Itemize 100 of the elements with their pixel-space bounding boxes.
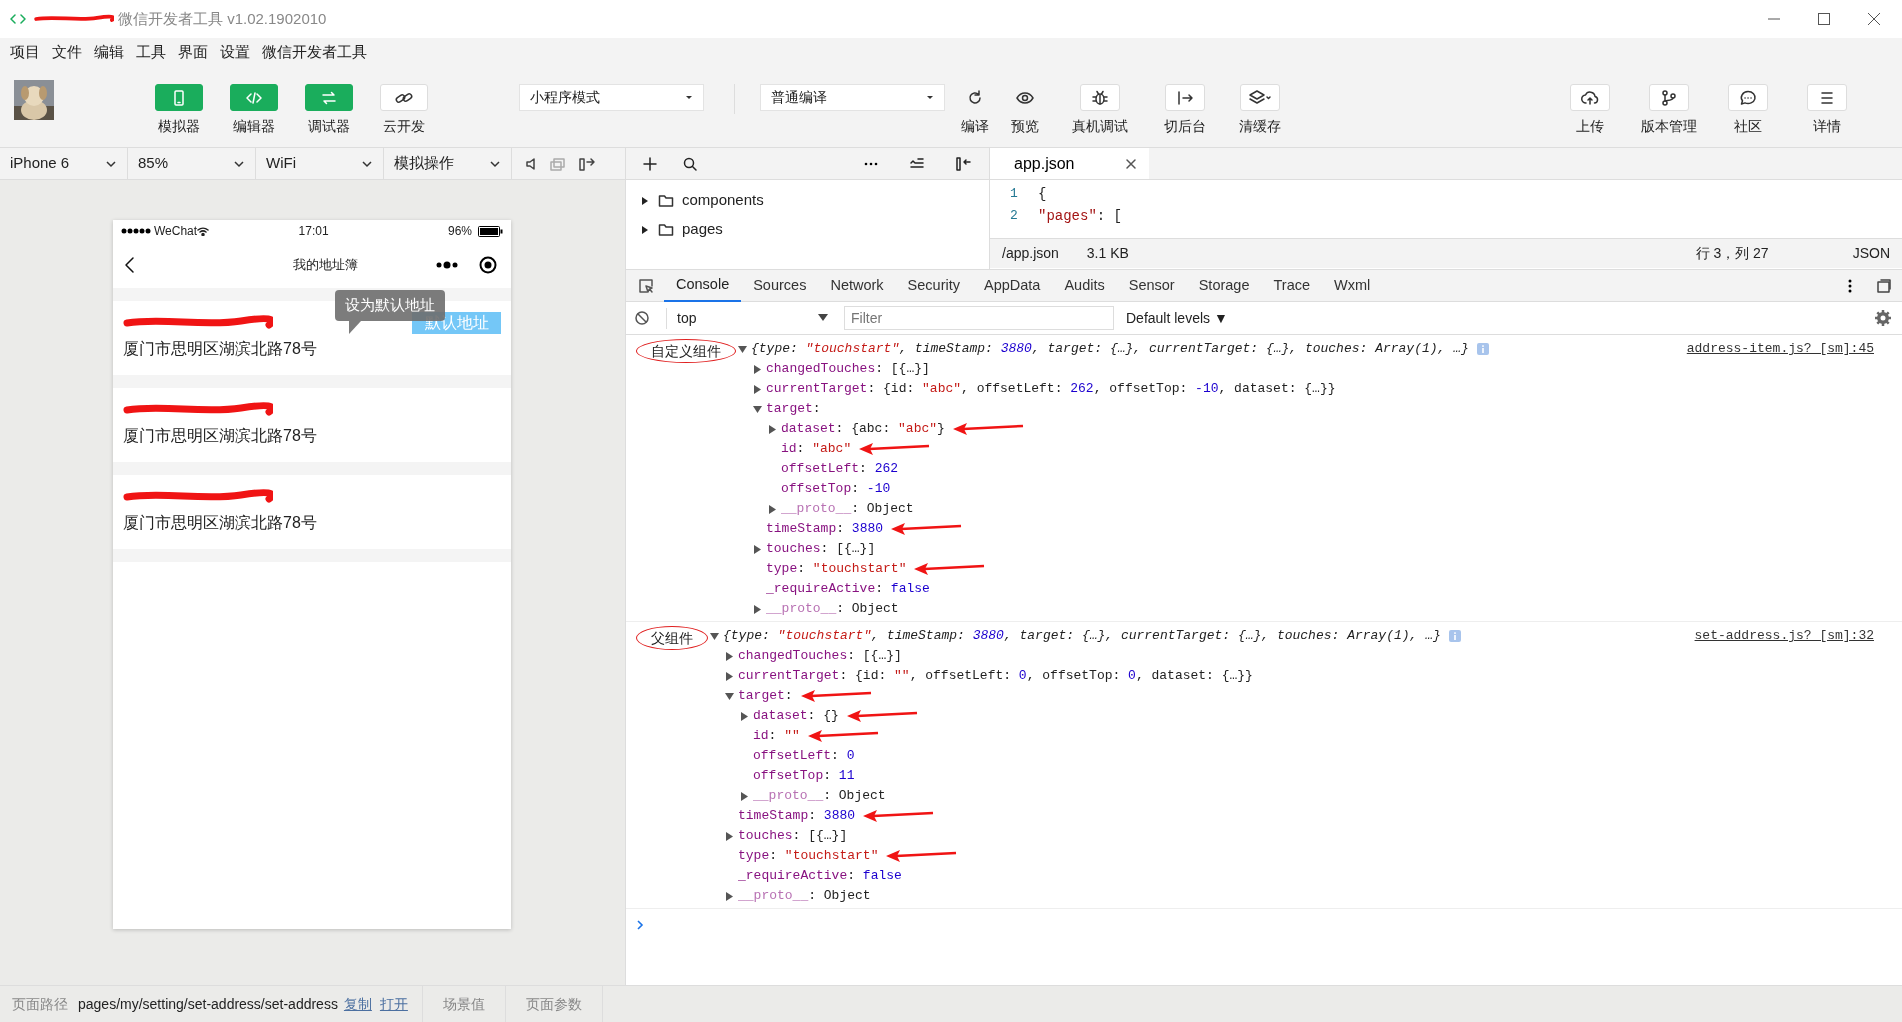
toolbar-button[interactable] (1806, 84, 1847, 111)
collapse-panel-icon[interactable] (955, 155, 971, 172)
levels-dropdown[interactable]: Default levels ▼ (1126, 307, 1228, 329)
add-icon[interactable] (642, 155, 658, 172)
inspect-icon[interactable] (638, 277, 654, 294)
expand-triangle-icon[interactable] (725, 651, 734, 661)
more-dots-icon[interactable] (435, 260, 459, 270)
device-select[interactable]: 模拟操作 (384, 148, 512, 179)
toolbar-button[interactable] (1240, 84, 1280, 111)
devtools-tab[interactable]: Sensor (1116, 269, 1187, 302)
close-icon[interactable] (1866, 11, 1882, 27)
mode-select[interactable]: 小程序模式 (519, 84, 704, 111)
split-icon[interactable] (578, 155, 596, 172)
expand-triangle-icon[interactable] (753, 364, 762, 374)
compile-select[interactable]: 普通编译 (760, 84, 945, 111)
expand-triangle-icon[interactable] (740, 791, 749, 801)
console-entry: dataset: {} (753, 707, 839, 726)
folder-icon (658, 192, 674, 209)
source-link[interactable]: address-item.js? [sm]:45 (1686, 339, 1874, 359)
expand-triangle-icon[interactable] (753, 384, 762, 394)
console-entry: touches: [{…}] (766, 540, 876, 559)
console-entry: offsetTop: -10 (781, 480, 891, 499)
toolbar-label: 模拟器 (157, 117, 200, 136)
devtools-tab[interactable]: Console (664, 269, 742, 302)
toggle-button[interactable] (229, 84, 278, 111)
menu-item[interactable]: 设置 (214, 40, 256, 64)
toolbar-label: 切后台 (1164, 117, 1206, 136)
logo-icon (10, 11, 26, 27)
expand-triangle-icon[interactable] (725, 831, 734, 841)
devtools-tab[interactable]: Wxml (1322, 269, 1383, 302)
expand-triangle-icon[interactable] (640, 224, 650, 235)
devtools-tab[interactable]: Sources (741, 269, 819, 302)
expand-triangle-icon[interactable] (725, 691, 734, 701)
tree-item[interactable]: pages (626, 215, 989, 244)
expand-triangle-icon[interactable] (753, 544, 762, 554)
device-select[interactable]: 85% (128, 148, 256, 179)
expand-triangle-icon[interactable] (753, 404, 762, 414)
expand-triangle-icon[interactable] (725, 671, 734, 681)
undock-icon[interactable] (1876, 277, 1892, 294)
prompt-icon (636, 918, 644, 931)
carrier-text: WeChat (154, 223, 198, 240)
back-icon[interactable] (123, 256, 135, 274)
device-select[interactable]: iPhone 6 (0, 148, 128, 179)
devtools-tab[interactable]: Trace (1261, 269, 1322, 302)
toggle-button[interactable] (154, 84, 203, 111)
search-icon[interactable] (682, 155, 698, 172)
console-entry: type: "touchstart" (738, 847, 879, 866)
toolbar-button[interactable] (1727, 84, 1768, 111)
toggle-button[interactable] (304, 84, 353, 111)
menu-item[interactable]: 微信开发者工具 (256, 40, 373, 64)
menu-item[interactable]: 项目 (4, 40, 46, 64)
console-entry: touches: [{…}] (738, 827, 848, 846)
info-icon (1476, 343, 1489, 355)
context-select[interactable]: top (666, 307, 836, 329)
expand-triangle-icon[interactable] (725, 891, 734, 901)
maximize-icon[interactable] (1816, 11, 1832, 27)
close-icon[interactable] (1125, 157, 1137, 170)
target-icon[interactable] (479, 256, 497, 274)
caret-icon (818, 313, 828, 323)
clear-console-icon[interactable] (634, 310, 650, 326)
menu-item[interactable]: 编辑 (88, 40, 130, 64)
expand-triangle-icon[interactable] (753, 604, 762, 614)
window-title: 微信开发者工具 v1.02.1902010 (118, 8, 327, 29)
devtools-tab[interactable]: Security (895, 269, 972, 302)
caret-icon (685, 93, 693, 102)
menu-item[interactable]: 界面 (172, 40, 214, 64)
file-tab[interactable]: app.json (990, 148, 1149, 179)
expand-triangle-icon[interactable] (768, 504, 777, 514)
toolbar-label: 真机调试 (1072, 117, 1128, 136)
tree-item[interactable]: components (626, 186, 989, 215)
expand-triangle-icon[interactable] (740, 711, 749, 721)
toolbar-button[interactable] (1569, 84, 1610, 111)
devtools-tab[interactable]: Audits (1052, 269, 1117, 302)
devtools-tab[interactable]: AppData (972, 269, 1053, 302)
toolbar-label: 编辑器 (232, 117, 275, 136)
battery-icon (478, 225, 503, 237)
sort-icon[interactable] (909, 155, 925, 170)
toolbar-button[interactable] (1648, 84, 1689, 111)
file-path: /app.json (1002, 244, 1059, 263)
toolbar-label: 详情 (1812, 117, 1841, 136)
path-link[interactable]: 复制 (343, 993, 372, 1015)
toolbar-button[interactable] (1165, 84, 1205, 111)
source-link[interactable]: set-address.js? [sm]:32 (1694, 626, 1874, 646)
menu-item[interactable]: 工具 (130, 40, 172, 64)
filter-field[interactable]: Filter (844, 306, 1114, 330)
settings-icon[interactable] (1874, 309, 1892, 327)
devtools-tab[interactable]: Storage (1186, 269, 1262, 302)
battery-text: 96% (447, 223, 472, 240)
device-select[interactable]: WiFi (256, 148, 384, 179)
menu-item[interactable]: 文件 (46, 40, 88, 64)
path-link[interactable]: 打开 (379, 993, 408, 1015)
status-time: 17:01 (298, 223, 330, 240)
toolbar-button[interactable] (1080, 84, 1120, 111)
expand-triangle-icon[interactable] (768, 424, 777, 434)
speaker-icon[interactable] (524, 155, 538, 172)
expand-triangle-icon[interactable] (738, 344, 747, 354)
expand-triangle-icon[interactable] (710, 631, 719, 641)
expand-triangle-icon[interactable] (640, 195, 650, 206)
devtools-tab[interactable]: Network (818, 269, 896, 302)
console-entry: timeStamp: 3880 (738, 807, 856, 826)
